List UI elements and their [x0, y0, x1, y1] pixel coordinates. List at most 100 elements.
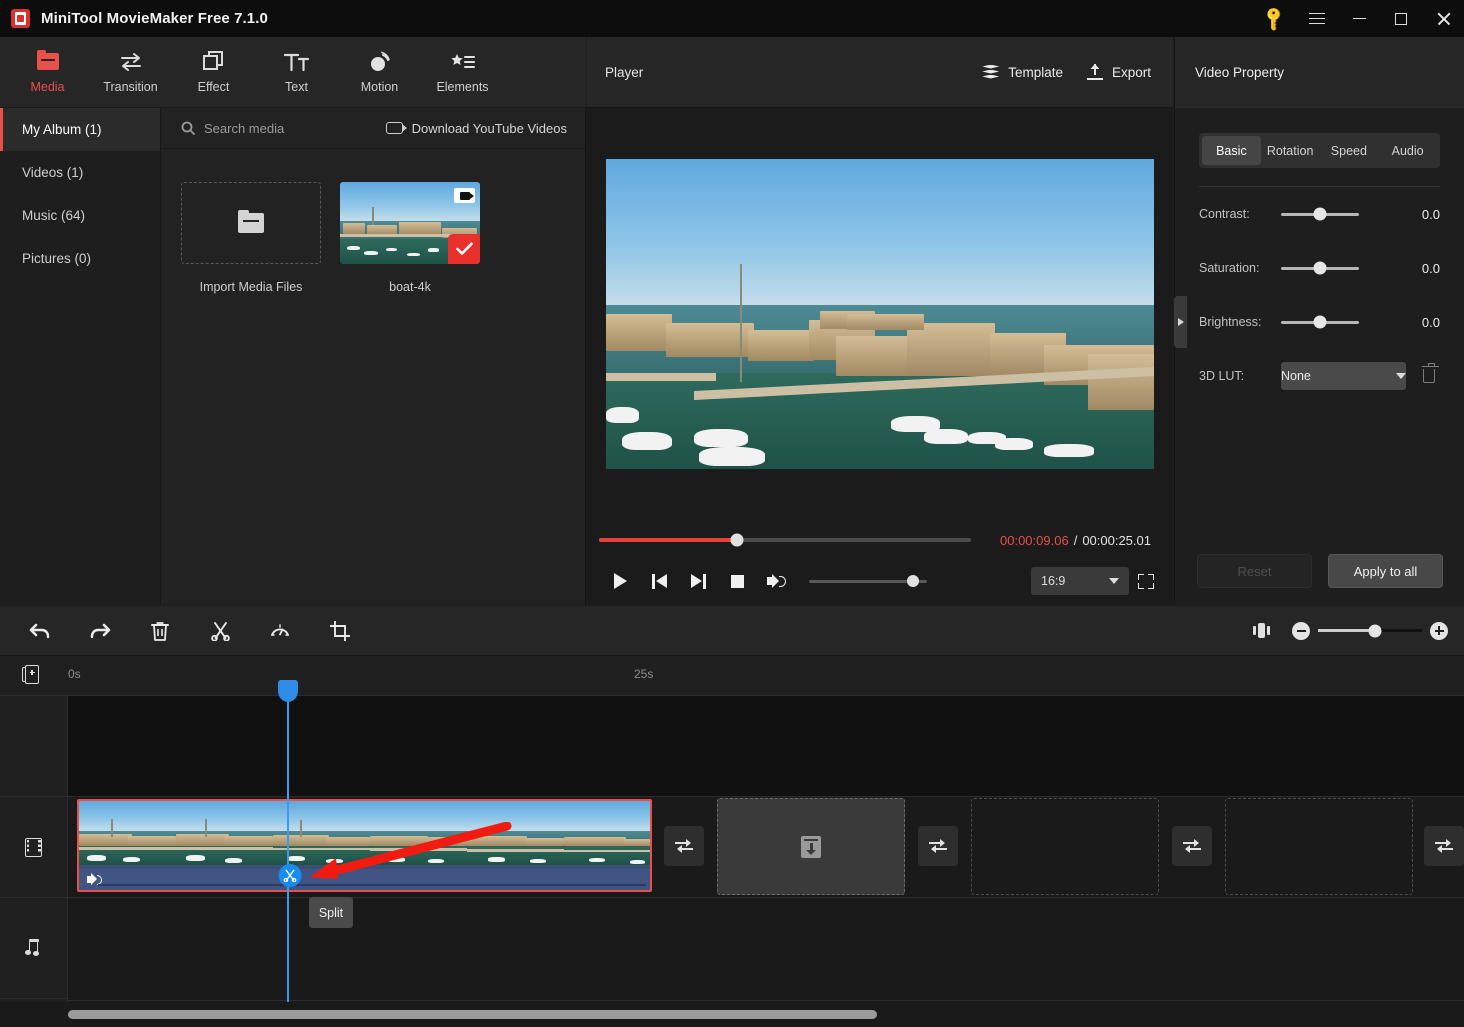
player-title: Player: [605, 64, 644, 80]
redo-button[interactable]: [80, 611, 120, 651]
menu-icon: [1309, 12, 1325, 25]
sidebar-item-videos[interactable]: Videos (1): [0, 151, 160, 194]
sidebar-item-pictures[interactable]: Pictures (0): [0, 237, 160, 280]
stop-button[interactable]: [718, 563, 757, 599]
crop-button[interactable]: [320, 611, 360, 651]
tab-transition[interactable]: Transition: [89, 37, 172, 108]
tab-motion[interactable]: Motion: [338, 37, 421, 108]
download-youtube-label: Download YouTube Videos: [411, 120, 567, 136]
scrollbar-thumb[interactable]: [68, 1010, 877, 1019]
zoom-in-button[interactable]: [1430, 621, 1448, 640]
tab-audio[interactable]: Audio: [1378, 136, 1437, 165]
clip-placeholder-drop[interactable]: [717, 798, 905, 895]
property-title: Video Property: [1195, 64, 1285, 80]
tab-basic[interactable]: Basic: [1202, 136, 1261, 165]
contrast-knob[interactable]: [1313, 207, 1327, 221]
panel-collapse-toggle[interactable]: [1174, 296, 1187, 348]
sidebar-item-my-album[interactable]: My Album (1): [0, 108, 160, 151]
volume-button[interactable]: [757, 563, 796, 599]
sidebar-item-music[interactable]: Music (64): [0, 194, 160, 237]
delete-lut-button[interactable]: [1418, 363, 1440, 387]
elements-icon: [450, 51, 475, 73]
playhead[interactable]: [278, 680, 298, 1002]
download-youtube-button[interactable]: Download YouTube Videos: [385, 120, 567, 136]
lut-select[interactable]: None: [1281, 362, 1406, 390]
zoom-out-button[interactable]: [1292, 621, 1310, 640]
delete-button[interactable]: [140, 611, 180, 651]
template-button[interactable]: Template: [982, 64, 1063, 80]
media-item-cell: boat-4k: [340, 182, 480, 294]
aspect-ratio-select[interactable]: 16:9: [1031, 567, 1129, 595]
clip-waveform: [98, 883, 646, 886]
scissors-icon: [283, 869, 297, 882]
saturation-slider[interactable]: [1281, 261, 1359, 275]
chevron-right-icon: [1177, 318, 1184, 326]
zoom-knob[interactable]: [1368, 624, 1382, 637]
split-tooltip-label: Split: [318, 905, 344, 920]
split-at-playhead-button[interactable]: [278, 864, 302, 887]
transition-slot-button[interactable]: [1424, 826, 1464, 866]
fullscreen-button[interactable]: [1129, 563, 1163, 599]
clip-placeholder[interactable]: [1225, 798, 1413, 895]
add-track-button[interactable]: [22, 665, 44, 687]
tab-elements[interactable]: Elements: [421, 37, 504, 108]
track-header-overlay[interactable]: [0, 696, 67, 797]
video-preview[interactable]: [606, 159, 1154, 469]
track-lane-music[interactable]: [68, 898, 1464, 1001]
volume-knob[interactable]: [906, 575, 919, 587]
search-input[interactable]: Search media: [181, 121, 284, 136]
minus-icon: [1296, 629, 1306, 632]
apply-to-all-button[interactable]: Apply to all: [1328, 554, 1443, 588]
export-button[interactable]: Export: [1086, 64, 1151, 80]
track-lane-overlay[interactable]: [68, 696, 1464, 797]
clip-thumb: [370, 801, 467, 865]
volume-slider[interactable]: [809, 575, 927, 587]
timeline-horizontal-scrollbar[interactable]: [0, 1002, 1464, 1027]
transition-slot-button[interactable]: [1172, 826, 1212, 866]
brightness-knob[interactable]: [1313, 315, 1327, 329]
tab-media[interactable]: Media: [6, 37, 89, 108]
close-button[interactable]: [1422, 0, 1464, 37]
maximize-button[interactable]: [1380, 0, 1422, 37]
contrast-value: 0.0: [1421, 206, 1440, 222]
reset-button[interactable]: Reset: [1197, 554, 1312, 588]
media-thumbnail[interactable]: [340, 182, 480, 264]
music-note-icon: [24, 939, 43, 957]
fit-to-timeline-button[interactable]: [1244, 614, 1278, 648]
previous-frame-button[interactable]: [640, 563, 679, 599]
split-button[interactable]: [200, 611, 240, 651]
timeline-clip-video[interactable]: [77, 799, 652, 892]
brightness-slider[interactable]: [1281, 315, 1359, 329]
tab-effect[interactable]: Effect: [172, 37, 255, 108]
track-header-video[interactable]: [0, 797, 67, 898]
tab-text[interactable]: Text: [255, 37, 338, 108]
playhead-handle[interactable]: [278, 680, 298, 702]
main-menu-button[interactable]: [1296, 0, 1338, 37]
track-header-music[interactable]: [0, 898, 67, 999]
next-frame-button[interactable]: [679, 563, 718, 599]
license-key-button[interactable]: 🔑: [1254, 0, 1296, 37]
tab-rotation[interactable]: Rotation: [1261, 136, 1320, 165]
minimize-button[interactable]: [1338, 0, 1380, 37]
timeline-zoom-slider[interactable]: [1318, 624, 1422, 637]
undo-button[interactable]: [20, 611, 60, 651]
player-controls: 00:00:09.06 / 00:00:25.01 16:9: [587, 520, 1173, 605]
speed-button[interactable]: [260, 611, 300, 651]
tab-speed[interactable]: Speed: [1320, 136, 1379, 165]
import-media-button[interactable]: [181, 182, 321, 264]
transition-slot-button[interactable]: [664, 826, 704, 866]
media-item-label: boat-4k: [389, 280, 431, 294]
timeline-ruler[interactable]: 0s 25s: [0, 656, 1464, 696]
sidebar-item-label: My Album (1): [22, 122, 102, 137]
clip-placeholder[interactable]: [971, 798, 1159, 895]
saturation-knob[interactable]: [1313, 261, 1327, 275]
progress-knob[interactable]: [730, 533, 744, 547]
contrast-slider[interactable]: [1281, 207, 1359, 221]
ruler-label-mark: 25s: [634, 667, 654, 681]
transition-slot-button[interactable]: [918, 826, 958, 866]
play-button[interactable]: [601, 563, 640, 599]
playback-progress-slider[interactable]: [599, 533, 971, 547]
next-frame-icon: [691, 573, 706, 589]
media-sidebar: My Album (1) Videos (1) Music (64) Pictu…: [0, 108, 161, 605]
transition-arrows-icon: [929, 839, 947, 853]
